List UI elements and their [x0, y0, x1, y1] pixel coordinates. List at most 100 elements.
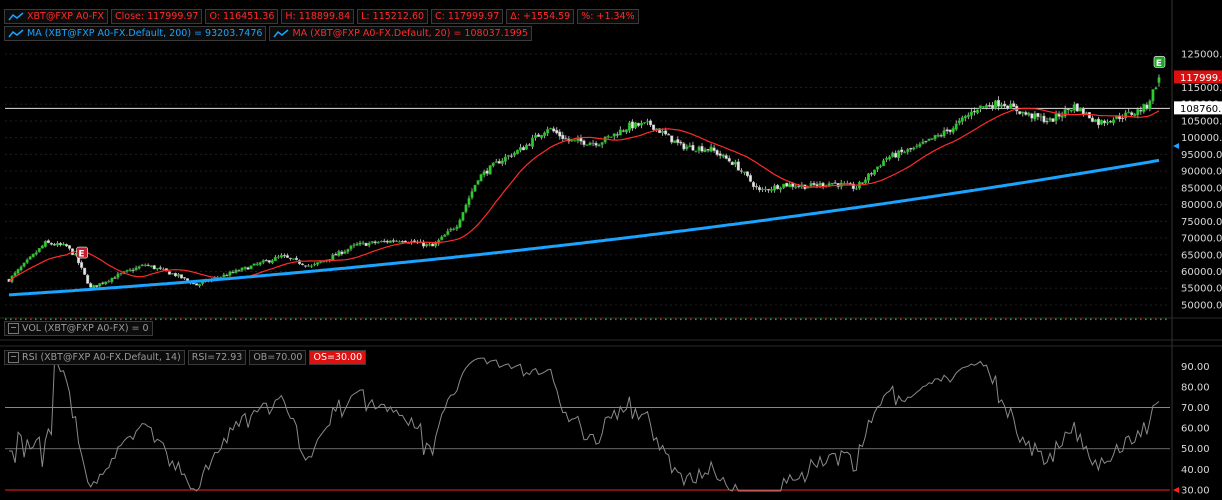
vol-dot: [340, 318, 342, 321]
ma200-cell[interactable]: MA (XBT@FXP A0-FX.Default, 200) = 93203.…: [4, 26, 267, 41]
candle: [1084, 112, 1088, 114]
candle: [307, 265, 311, 267]
vol-dot: [5, 318, 7, 321]
vol-label: VOL (XBT@FXP A0-FX) = 0: [22, 323, 149, 334]
vol-dot: [175, 318, 177, 321]
candle: [183, 277, 187, 279]
candle: [951, 128, 955, 133]
symbol-cell[interactable]: XBT@FXP A0-FX: [4, 9, 108, 24]
candle: [1072, 104, 1076, 111]
candle: [797, 185, 801, 187]
collapse-icon[interactable]: −: [8, 352, 19, 363]
candle: [933, 135, 937, 140]
candle: [606, 136, 610, 138]
candle: [879, 165, 883, 167]
vol-dot: [1045, 318, 1047, 321]
vol-dot: [405, 318, 407, 321]
vol-dot: [1075, 318, 1077, 321]
vol-dot: [795, 318, 797, 321]
close-value: Close: 117999.97: [115, 11, 199, 22]
vol-dot: [1135, 318, 1137, 321]
vol-dot: [350, 318, 352, 321]
candle: [1099, 119, 1103, 125]
vol-dot: [845, 318, 847, 321]
candle: [55, 243, 59, 246]
vol-dot: [1160, 318, 1162, 321]
candle: [37, 248, 41, 253]
vol-dot: [960, 318, 962, 321]
candle: [1090, 117, 1094, 122]
candle: [225, 275, 229, 277]
candle: [485, 170, 489, 174]
vol-dot: [295, 318, 297, 321]
vol-dot: [330, 318, 332, 321]
vol-dot: [1020, 318, 1022, 321]
candle: [40, 245, 44, 249]
candle: [718, 153, 722, 156]
candle: [107, 280, 111, 283]
vol-dot: [740, 318, 742, 321]
vol-dot: [1050, 318, 1052, 321]
vol-dot: [830, 318, 832, 321]
candle: [379, 240, 383, 243]
vol-dot: [840, 318, 842, 321]
vol-dot: [1110, 318, 1112, 321]
candle: [316, 262, 320, 265]
vol-dot: [15, 318, 17, 321]
candle: [685, 146, 689, 150]
candle: [984, 104, 988, 108]
marker-left-label: E: [78, 250, 84, 260]
vol-dot: [865, 318, 867, 321]
rsi-y-tick-label: 80.00: [1181, 382, 1210, 393]
candle: [736, 161, 740, 171]
candle: [633, 122, 637, 128]
candle: [1139, 109, 1143, 112]
vol-dot: [215, 318, 217, 321]
chart-window: 125000.115000.110000.105000.100000.95000…: [0, 0, 1222, 500]
collapse-icon[interactable]: −: [8, 323, 19, 334]
rsi-label: RSI (XBT@FXP A0-FX.Default, 14): [22, 352, 181, 363]
candle: [346, 249, 350, 253]
candle: [1033, 113, 1037, 120]
vol-dot: [325, 318, 327, 321]
vol-dot: [480, 318, 482, 321]
candle: [255, 263, 259, 265]
candle: [237, 270, 241, 272]
vol-dot: [915, 318, 917, 321]
vol-dot: [790, 318, 792, 321]
candle: [83, 267, 87, 275]
vol-dot: [55, 318, 57, 321]
candle: [476, 180, 480, 185]
candle: [173, 272, 177, 277]
candle: [400, 241, 404, 243]
ma20-cell[interactable]: MA (XBT@FXP A0-FX.Default, 20) = 108037.…: [269, 26, 532, 41]
candle: [149, 265, 153, 267]
candle: [863, 179, 867, 184]
candle: [630, 121, 634, 129]
candle: [897, 150, 901, 159]
candle: [754, 185, 758, 188]
vol-dot: [155, 318, 157, 321]
candle: [443, 234, 447, 237]
vol-dot: [1125, 318, 1127, 321]
vol-dot: [80, 318, 82, 321]
candle: [727, 158, 731, 162]
candle: [739, 170, 743, 172]
vol-dot: [300, 318, 302, 321]
chart-canvas[interactable]: 125000.115000.110000.105000.100000.95000…: [0, 0, 1222, 500]
candle: [1021, 111, 1025, 114]
candle: [706, 149, 710, 151]
candle: [579, 137, 583, 142]
candle: [231, 271, 235, 274]
delta-value: Δ: +1554.59: [510, 11, 571, 22]
vol-dot: [210, 318, 212, 321]
vol-dot: [755, 318, 757, 321]
candle: [1154, 87, 1158, 90]
vol-cell[interactable]: − VOL (XBT@FXP A0-FX) = 0: [4, 321, 153, 336]
vol-header: − VOL (XBT@FXP A0-FX) = 0: [4, 321, 153, 336]
rsi-name-cell[interactable]: − RSI (XBT@FXP A0-FX.Default, 14): [4, 350, 185, 365]
candle: [1081, 108, 1085, 115]
candle: [61, 243, 65, 246]
candle: [927, 138, 931, 141]
vol-dot: [445, 318, 447, 321]
